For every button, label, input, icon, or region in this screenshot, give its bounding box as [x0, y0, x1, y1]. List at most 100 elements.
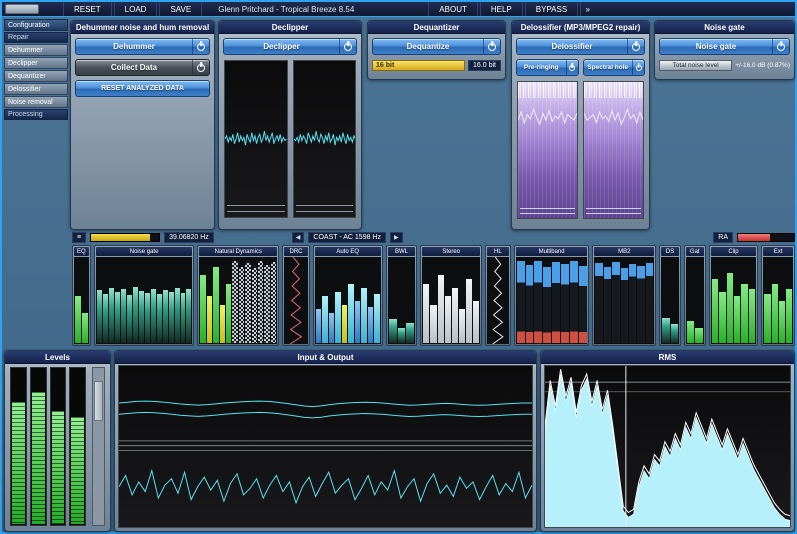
meter-bar — [109, 288, 114, 343]
frequency-readout: 39.06820 Hz — [164, 232, 214, 243]
dehummer-panel-title: Dehummer noise and hum removal — [71, 21, 214, 34]
noise-gate-panel-title: Noise gate — [655, 21, 794, 34]
module-stereo[interactable]: Stereo — [420, 245, 482, 346]
collect-data-power-icon[interactable] — [192, 60, 209, 75]
reset-analyzed-data-button[interactable]: RESET ANALYZED DATA — [75, 80, 210, 97]
meter-bar — [258, 261, 263, 343]
menu-icon[interactable]: ≡ — [72, 232, 86, 243]
preset-prev-button[interactable]: ◀ — [292, 232, 305, 243]
input-output-display — [118, 365, 533, 528]
sidebar-item-noise-removal[interactable]: Noise removal — [4, 96, 68, 108]
status-toolbar: ≡ 39.06820 Hz ◀ COAST - AC 1598 Hz ▶ RA — [72, 231, 795, 243]
meter-bar — [207, 296, 212, 343]
dequantize-power-icon[interactable] — [483, 39, 500, 54]
load-menu-button[interactable]: LOAD — [114, 2, 158, 16]
sidebar-item-delossifier[interactable]: Delossifier — [4, 83, 68, 95]
collect-data-label: Collect Data — [76, 60, 192, 75]
module-multiband[interactable]: Multiband — [514, 245, 590, 346]
meter-bar — [355, 301, 360, 344]
meter-bar — [621, 268, 628, 343]
menubar-gap — [368, 2, 428, 16]
menubar-spacer — [594, 2, 795, 16]
sidebar-item-dehummer[interactable]: Dehummer — [4, 44, 68, 56]
module-bwl[interactable]: BWL — [386, 245, 418, 346]
module-ext[interactable]: Ext — [761, 245, 795, 346]
meter-bar — [764, 294, 770, 343]
module-clip[interactable]: Clip — [709, 245, 759, 346]
module-drc[interactable]: DRC — [282, 245, 310, 346]
module-noise-gate[interactable]: Noise gate — [94, 245, 195, 346]
bit-depth-slider[interactable]: 16 bit — [372, 60, 465, 71]
module-hl[interactable]: HL — [485, 245, 511, 346]
level-meter — [30, 367, 47, 526]
total-noise-level-value: +/-16.0 dB (0.87%) — [735, 62, 790, 69]
preset-name[interactable]: COAST - AC 1598 Hz — [308, 232, 386, 243]
rms-panel-title: RMS — [541, 351, 794, 364]
sidebar-section-repair[interactable]: Repair — [4, 32, 68, 43]
meter-bar — [579, 266, 587, 343]
help-menu-button[interactable]: HELP — [480, 2, 523, 16]
module-mb2[interactable]: MB2 — [592, 245, 656, 346]
meter-bar — [398, 328, 406, 343]
module-label: DRC — [284, 247, 308, 256]
meter-bar — [552, 262, 560, 343]
collect-data-button[interactable]: Collect Data — [75, 59, 210, 76]
pre-ringing-button[interactable]: Pre-ringing — [516, 59, 579, 76]
dehummer-power-label: Dehummer — [76, 39, 192, 54]
dequantize-power-button[interactable]: Dequantize — [372, 38, 501, 55]
ra-label: RA — [713, 232, 733, 243]
dequantizer-panel: Dequantizer Dequantize 16 bit 16.0 bit — [367, 20, 506, 80]
module-natural-dynamics[interactable]: Natural Dynamics — [197, 245, 279, 346]
module-ds[interactable]: DS — [659, 245, 681, 346]
meter-bar — [389, 319, 397, 343]
preset-next-button[interactable]: ▶ — [390, 232, 403, 243]
about-menu-button[interactable]: ABOUT — [428, 2, 478, 16]
meter-bar — [271, 262, 276, 343]
sidebar-section-processing[interactable]: Processing — [4, 109, 68, 120]
spectral-hole-button[interactable]: Spectral hole — [583, 59, 646, 76]
module-gat[interactable]: Gat — [684, 245, 706, 346]
dehummer-power-button[interactable]: Dehummer — [75, 38, 210, 55]
save-menu-button[interactable]: SAVE — [159, 2, 202, 16]
bypass-menu-button[interactable]: BYPASS — [525, 2, 578, 16]
meter-bar — [316, 309, 321, 343]
meter-bar — [186, 289, 191, 343]
level-meter — [10, 367, 27, 526]
meter-bar — [232, 261, 237, 343]
delossifier-power-icon[interactable] — [627, 39, 644, 54]
meter-bar — [662, 318, 669, 344]
levels-panel-title: Levels — [5, 351, 110, 364]
reset-menu-button[interactable]: RESET — [63, 2, 112, 16]
meter-bar — [163, 290, 168, 343]
pre-ringing-label: Pre-ringing — [517, 60, 566, 75]
meter-bar — [115, 292, 120, 343]
noise-gate-power-button[interactable]: Noise gate — [659, 38, 790, 55]
sidebar-item-dequantizer[interactable]: Dequantizer — [4, 70, 68, 82]
declipper-power-icon[interactable] — [339, 39, 356, 54]
meter-bar — [368, 307, 373, 343]
ra-meter — [737, 233, 795, 242]
delossifier-sub-buttons: Pre-ringing Spectral hole — [514, 55, 647, 76]
module-label: Gat — [686, 247, 704, 256]
pre-ringing-power-icon[interactable] — [566, 60, 578, 75]
spectral-hole-power-icon[interactable] — [632, 60, 644, 75]
module-auto-eq[interactable]: Auto EQ — [313, 245, 383, 346]
module-label: Ext — [763, 247, 793, 256]
declipper-power-button[interactable]: Declipper — [223, 38, 357, 55]
meter-bar — [75, 296, 81, 343]
total-noise-level-slider[interactable]: Total noise level — [659, 60, 732, 71]
module-meter — [284, 257, 308, 344]
module-eq[interactable]: EQ — [72, 245, 91, 346]
noise-gate-power-icon[interactable] — [772, 39, 789, 54]
meter-bar — [139, 291, 144, 343]
levels-scrollbar[interactable] — [92, 367, 105, 526]
dehummer-power-icon[interactable] — [192, 39, 209, 54]
delossifier-power-button[interactable]: Delossifier — [516, 38, 645, 55]
input-output-panel: Input & Output — [114, 350, 537, 532]
bypass-arrow-icon[interactable]: » — [580, 2, 594, 16]
dequantize-power-label: Dequantize — [373, 39, 483, 54]
levels-panel: Levels — [4, 350, 111, 532]
meter-bar — [646, 263, 653, 343]
meter-bar — [348, 284, 353, 344]
sidebar-item-declipper[interactable]: Declipper — [4, 57, 68, 69]
